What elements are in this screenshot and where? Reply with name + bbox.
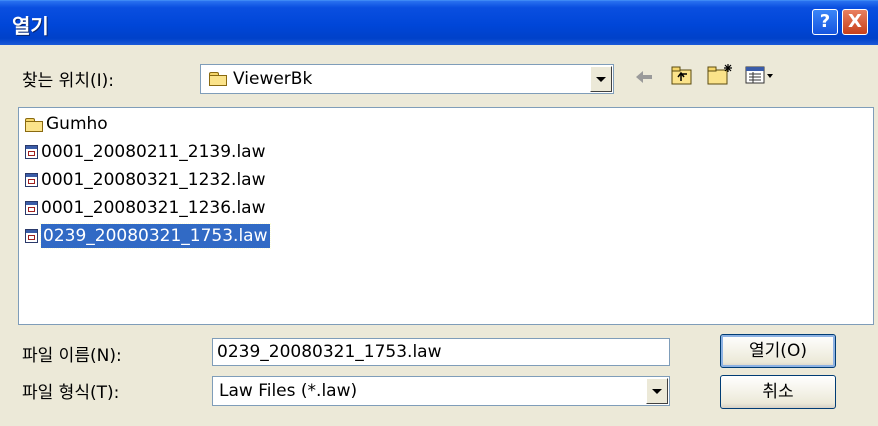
look-in-combobox[interactable]: ViewerBk [200,64,614,94]
folder-icon [209,72,227,86]
file-name: 0001_20080321_1232.law [41,170,266,190]
folder-icon [25,117,43,132]
law-file-icon [25,229,38,243]
new-folder-icon[interactable] [706,62,734,86]
up-folder-icon[interactable] [670,64,694,86]
view-menu-icon[interactable] [744,64,776,86]
title-bar[interactable]: 열기 ? X [0,0,878,45]
close-button[interactable]: X [842,9,868,35]
law-file-icon [25,201,38,215]
back-arrow-icon[interactable] [634,68,654,86]
file-type-dropdown-button[interactable] [646,378,668,404]
chevron-down-icon [652,388,662,394]
file-name: 0001_20080211_2139.law [41,142,266,162]
file-type-value: Law Files (*.law) [219,381,358,401]
look-in-label: 찾는 위치(I): [22,71,114,91]
open-button[interactable]: 열기(O) [720,334,836,368]
list-item[interactable]: Gumho [25,112,108,136]
file-name: 0239_20080321_1753.law [40,223,271,249]
list-item[interactable]: 0001_20080321_1236.law [25,196,266,220]
list-item-selected[interactable]: 0239_20080321_1753.law [25,223,271,249]
cancel-button[interactable]: 취소 [720,375,836,409]
file-list[interactable]: Gumho 0001_20080211_2139.law 0001_200803… [18,107,874,325]
look-in-value: ViewerBk [233,69,313,89]
file-type-label: 파일 형식(T): [22,383,120,403]
law-file-icon [25,173,38,187]
help-button[interactable]: ? [812,9,838,35]
list-item[interactable]: 0001_20080321_1232.law [25,168,266,192]
list-item[interactable]: 0001_20080211_2139.law [25,140,266,164]
chevron-down-icon [596,76,606,82]
open-file-dialog: 열기 ? X 찾는 위치(I): ViewerBk Gumho 0001_200… [0,0,878,426]
file-name-label: 파일 이름(N): [22,346,122,366]
file-name: 0001_20080321_1236.law [41,198,266,218]
file-name: Gumho [46,114,108,134]
look-in-dropdown-button[interactable] [590,66,612,92]
law-file-icon [25,145,38,159]
dialog-title: 열기 [12,14,49,38]
file-name-input[interactable]: 0239_20080321_1753.law [212,338,670,366]
file-type-combobox[interactable]: Law Files (*.law) [212,376,670,406]
